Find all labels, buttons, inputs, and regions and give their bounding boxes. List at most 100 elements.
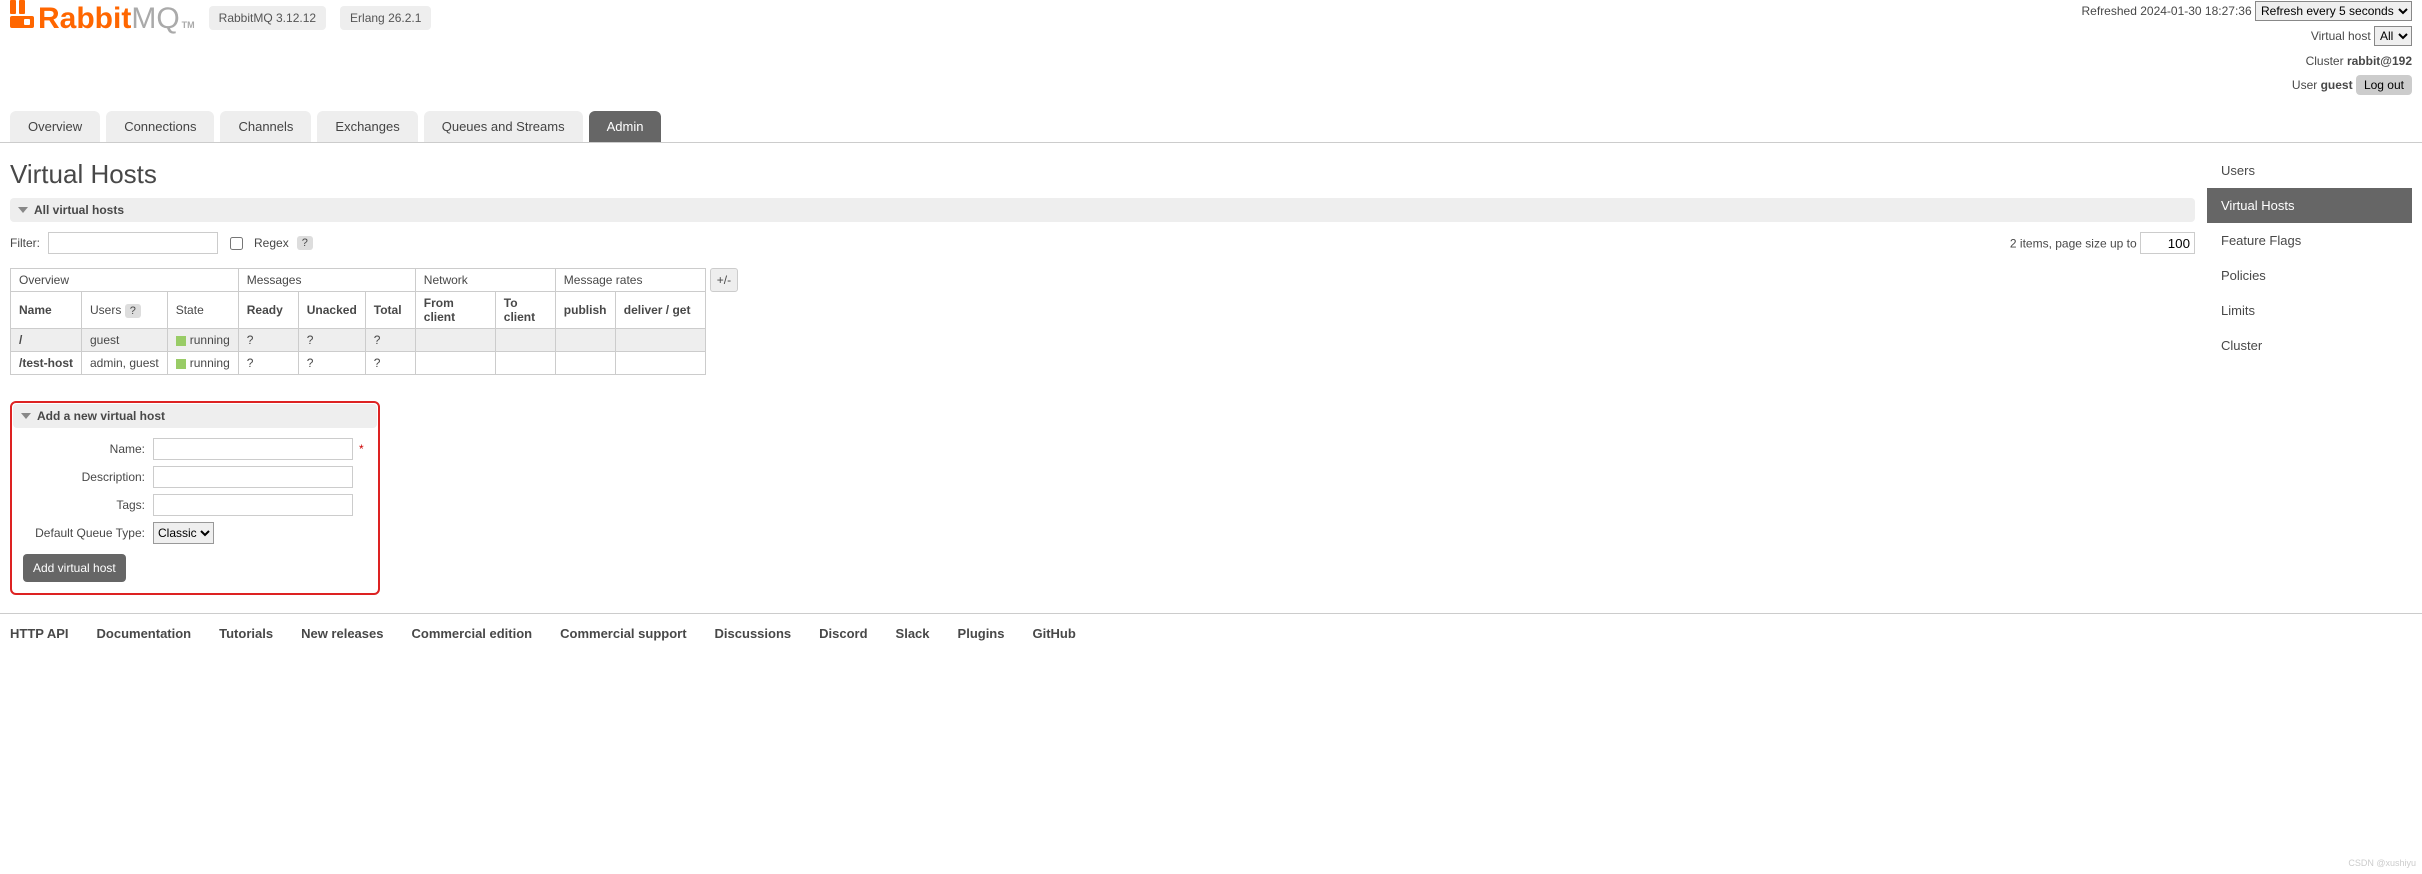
cell-unacked: ? [298,352,365,375]
th-to-client[interactable]: To client [495,292,555,329]
regex-checkbox[interactable] [230,237,243,250]
cell-ready: ? [238,329,298,352]
th-publish[interactable]: publish [555,292,615,329]
regex-help-icon[interactable]: ? [297,236,313,250]
table-row: /test-host admin, guest running ? ? ? [11,352,706,375]
th-group-messages[interactable]: Messages [238,269,415,292]
user-value: guest [2321,78,2353,92]
vhost-table: Overview Messages Network Message rates … [10,268,706,375]
pager-text: 2 items, page size up to [2010,237,2137,251]
default-queue-type-label: Default Queue Type: [23,526,153,540]
version-erlang: Erlang 26.2.1 [340,6,431,30]
th-group-rates[interactable]: Message rates [555,269,705,292]
th-group-network[interactable]: Network [415,269,555,292]
vhost-name-link[interactable]: /test-host [11,352,82,375]
cell-total: ? [365,352,415,375]
watermark: CSDN @xushiyu [2348,858,2416,868]
th-total[interactable]: Total [365,292,415,329]
sidebar-item-users[interactable]: Users [2207,153,2412,188]
regex-label: Regex [254,236,289,250]
cluster-value: rabbit@192 [2347,54,2412,68]
footer: HTTP API Documentation Tutorials New rel… [0,613,2422,653]
footer-discord[interactable]: Discord [819,626,867,641]
add-vhost-section: Add a new virtual host Name: * Descripti… [10,401,380,595]
sidebar-item-policies[interactable]: Policies [2207,258,2412,293]
rabbit-icon [10,0,34,28]
sidebar-item-feature-flags[interactable]: Feature Flags [2207,223,2412,258]
th-group-overview[interactable]: Overview [11,269,239,292]
cell-users: guest [82,329,168,352]
state-indicator-icon [176,336,186,346]
cell-publish [555,329,615,352]
sidebar-item-cluster[interactable]: Cluster [2207,328,2412,363]
footer-commercial-edition[interactable]: Commercial edition [411,626,532,641]
cell-from [415,329,495,352]
filter-input[interactable] [48,232,218,254]
tab-exchanges[interactable]: Exchanges [317,111,417,142]
table-row: / guest running ? ? ? [11,329,706,352]
chevron-down-icon [21,413,31,419]
refreshed-time: Refreshed 2024-01-30 18:27:36 [2082,4,2252,18]
refresh-interval-select[interactable]: Refresh every 5 seconds [2255,1,2412,21]
cell-state: running [167,329,238,352]
th-ready[interactable]: Ready [238,292,298,329]
cell-publish [555,352,615,375]
tab-connections[interactable]: Connections [106,111,214,142]
tab-admin[interactable]: Admin [589,111,662,142]
cell-from [415,352,495,375]
admin-sidenav: Users Virtual Hosts Feature Flags Polici… [2207,153,2412,595]
footer-discussions[interactable]: Discussions [715,626,792,641]
footer-http-api[interactable]: HTTP API [10,626,69,641]
name-input[interactable] [153,438,353,460]
th-name[interactable]: Name [11,292,82,329]
tab-queues[interactable]: Queues and Streams [424,111,583,142]
th-deliver[interactable]: deliver / get [615,292,705,329]
add-vhost-header[interactable]: Add a new virtual host [13,404,377,428]
description-input[interactable] [153,466,353,488]
cell-ready: ? [238,352,298,375]
tags-label: Tags: [23,498,153,512]
columns-toggle-button[interactable]: +/- [710,268,738,292]
logout-button[interactable]: Log out [2356,75,2412,95]
footer-tutorials[interactable]: Tutorials [219,626,273,641]
cell-deliver [615,329,705,352]
sidebar-item-virtual-hosts[interactable]: Virtual Hosts [2207,188,2412,223]
th-state[interactable]: State [167,292,238,329]
cell-total: ? [365,329,415,352]
footer-commercial-support[interactable]: Commercial support [560,626,686,641]
footer-documentation[interactable]: Documentation [97,626,192,641]
filter-label: Filter: [10,236,40,250]
main-tabs: Overview Connections Channels Exchanges … [0,111,2422,143]
logo: RabbitMQ TM [10,0,195,36]
sidebar-item-limits[interactable]: Limits [2207,293,2412,328]
version-rabbitmq: RabbitMQ 3.12.12 [209,6,326,30]
cell-to [495,329,555,352]
th-unacked[interactable]: Unacked [298,292,365,329]
th-from-client[interactable]: From client [415,292,495,329]
logo-text-rabbit: Rabbit [38,2,131,36]
add-vhost-header-label: Add a new virtual host [37,409,165,423]
default-queue-type-select[interactable]: Classic [153,522,214,544]
required-star: * [359,442,364,456]
cell-deliver [615,352,705,375]
vhost-label: Virtual host [2311,29,2371,43]
page-size-input[interactable] [2140,232,2195,254]
cell-state: running [167,352,238,375]
footer-github[interactable]: GitHub [1032,626,1075,641]
tab-channels[interactable]: Channels [220,111,311,142]
vhost-select[interactable]: All [2374,26,2412,46]
chevron-down-icon [18,207,28,213]
description-label: Description: [23,470,153,484]
logo-text-mq: MQ [131,2,179,36]
footer-slack[interactable]: Slack [896,626,930,641]
name-label: Name: [23,442,153,456]
tab-overview[interactable]: Overview [10,111,100,142]
tags-input[interactable] [153,494,353,516]
footer-plugins[interactable]: Plugins [958,626,1005,641]
vhost-name-link[interactable]: / [11,329,82,352]
users-help-icon[interactable]: ? [125,304,141,318]
all-vhosts-header[interactable]: All virtual hosts [10,198,2195,222]
footer-new-releases[interactable]: New releases [301,626,383,641]
add-vhost-button[interactable]: Add virtual host [23,554,126,582]
th-users[interactable]: Users ? [82,292,168,329]
